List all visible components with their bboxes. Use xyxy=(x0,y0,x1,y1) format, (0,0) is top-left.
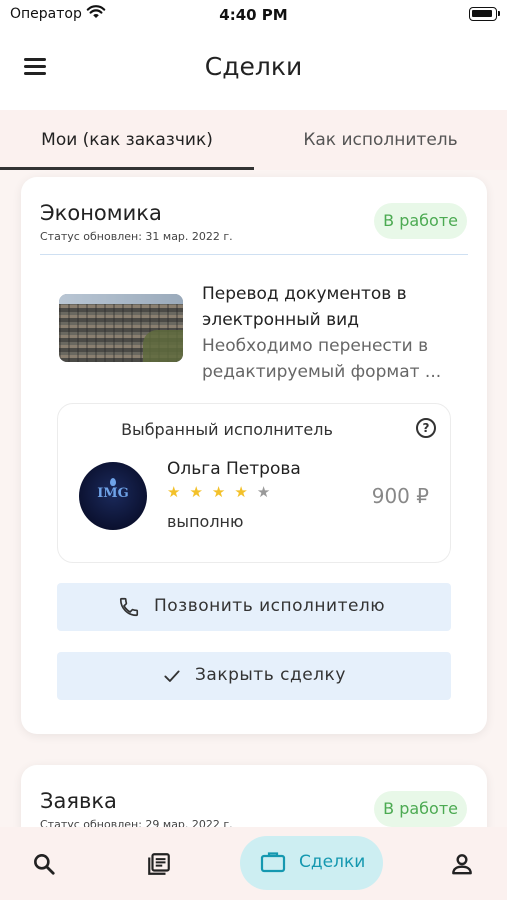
logo-drop xyxy=(110,478,116,486)
tab-my-customer[interactable]: Мои (как заказчик) xyxy=(0,110,254,170)
document-list-icon[interactable] xyxy=(146,851,172,877)
star-icon: ★ xyxy=(211,483,235,501)
nav-deals-label: Сделки xyxy=(299,852,366,872)
app-header: Сделки xyxy=(0,30,507,110)
help-icon[interactable]: ? xyxy=(416,418,436,438)
phone-icon xyxy=(119,597,139,617)
star-icon: ★ xyxy=(167,483,190,501)
call-executor-button[interactable]: Позвонить исполнителю xyxy=(57,583,451,631)
star-icon: ★ xyxy=(189,483,212,501)
star-half-icon: ★ xyxy=(256,483,280,501)
selected-executor-label: Выбранный исполнитель xyxy=(121,420,333,439)
check-icon xyxy=(164,670,180,682)
task-thumbnail xyxy=(59,294,183,362)
page-title: Сделки xyxy=(204,52,303,81)
status-updated-date: Статус обновлен: 31 мар. 2022 г. xyxy=(40,230,233,243)
deal-title: Экономика xyxy=(40,201,162,225)
close-deal-button[interactable]: Закрыть сделку xyxy=(57,652,451,700)
avatar: IMG xyxy=(79,462,147,530)
search-icon[interactable] xyxy=(31,851,57,877)
star-icon: ★ xyxy=(234,483,257,501)
deal-title: Заявка xyxy=(40,789,117,813)
nav-deals-button[interactable]: Сделки xyxy=(240,836,383,890)
avatar-logo-text: IMG xyxy=(97,486,129,501)
close-deal-label: Закрыть сделку xyxy=(195,665,346,685)
call-executor-label: Позвонить исполнителю xyxy=(154,596,386,616)
executor-price: 900 ₽ xyxy=(371,484,429,508)
bottom-navigation: Сделки xyxy=(0,827,507,900)
deal-tabs: Мои (как заказчик) Как исполнитель xyxy=(0,110,507,170)
deal-card[interactable]: Экономика Статус обновлен: 31 мар. 2022 … xyxy=(21,177,487,734)
status-badge: В работе xyxy=(374,791,467,827)
executor-name: Ольга Петрова xyxy=(167,459,301,479)
executor-comment: выполню xyxy=(167,512,244,531)
rating-stars: ★★★★★ xyxy=(167,483,279,501)
profile-icon[interactable] xyxy=(449,851,475,877)
status-bar: Оператор 4:40 PM xyxy=(0,0,507,30)
task-title: Перевод документов в электронный вид xyxy=(202,284,407,330)
tab-as-executor[interactable]: Как исполнитель xyxy=(254,110,507,170)
task-description: Необходимо перенести в редактируемый фор… xyxy=(202,336,442,382)
clock: 4:40 PM xyxy=(219,6,288,24)
briefcase-icon xyxy=(260,852,286,873)
selected-executor-panel: Выбранный исполнитель ? IMG Ольга Петров… xyxy=(57,403,451,563)
battery-icon xyxy=(469,7,500,21)
divider xyxy=(40,254,468,255)
status-badge: В работе xyxy=(374,203,467,239)
